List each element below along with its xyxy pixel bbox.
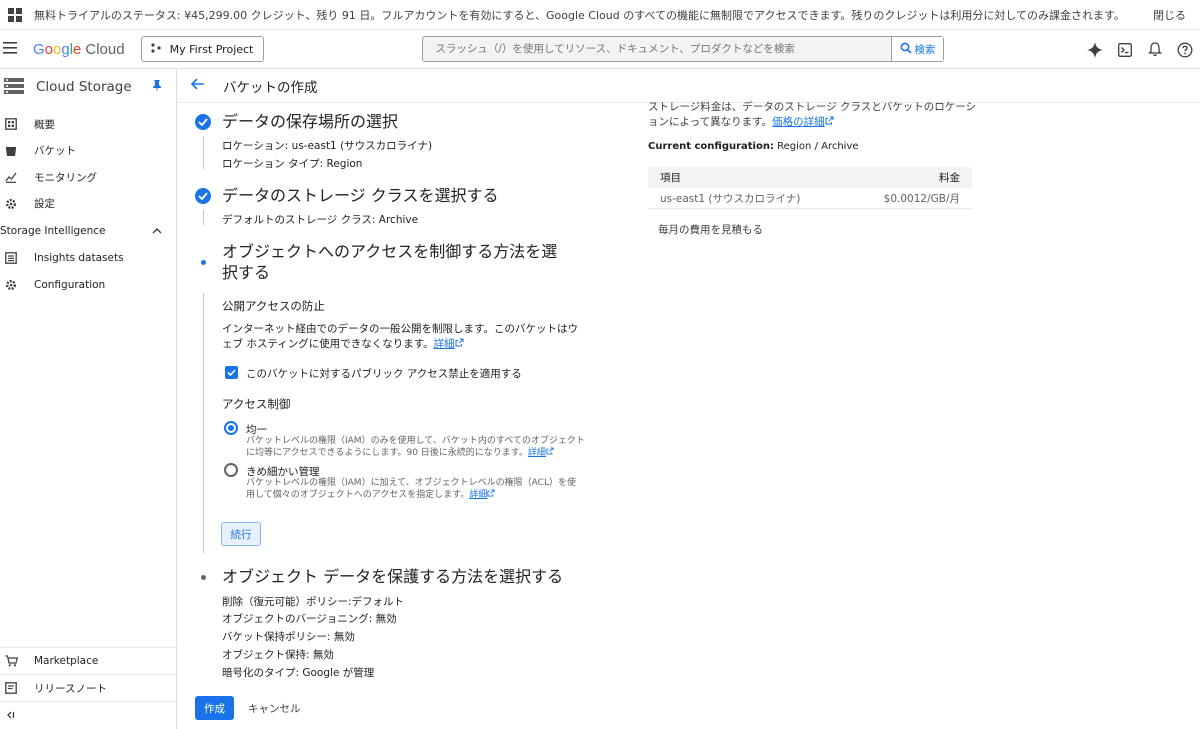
step-connector (203, 210, 204, 225)
page-header: バケットの作成 (177, 69, 1200, 103)
external-link-icon (455, 338, 464, 350)
pricing-table: 項目 料金 us-east1 (サウスカロライナ) $0.0012/GB/月 毎… (648, 167, 972, 237)
collapse-sidebar-button[interactable] (0, 701, 177, 728)
create-button[interactable]: 作成 (195, 696, 234, 720)
page-title: バケットの作成 (223, 79, 318, 96)
uniform-desc-line1: バケットレベルの権限（IAM）のみを使用して、バケット内のすべてのオブジェクト (246, 436, 585, 446)
google-cloud-logo[interactable]: Google Cloud (33, 41, 125, 58)
protect-summary-line: 削除（復元可能）ポリシー:デフォルト (222, 596, 405, 608)
protect-summary-line: 暗号化のタイプ: Google が管理 (222, 667, 375, 679)
sidebar-item-insights-datasets[interactable]: Insights datasets (0, 245, 176, 272)
public-access-prevention-label[interactable]: このバケットに対するパブリック アクセス禁止を適用する (246, 366, 522, 381)
location-summary: ロケーション: us-east1 (サウスカロライナ) (222, 140, 433, 152)
sidebar-header: Cloud Storage (0, 69, 176, 105)
public-access-desc-line1: インターネット経由でのデータの一般公開を制限します。このバケットはウ (222, 323, 578, 335)
sidebar-item-configuration[interactable]: Configuration (0, 272, 176, 299)
step-active-indicator (201, 260, 206, 265)
fine-grained-desc-line2: 用して個々のオブジェクトへのアクセスを指定します。詳細 (246, 489, 495, 502)
access-control-heading: アクセス制御 (222, 397, 291, 411)
search-box: 検索 (422, 36, 945, 62)
sidebar: Cloud Storage 概要 バケット モニタリング 設定 Storage … (0, 69, 177, 729)
storage-product-icon (4, 77, 24, 97)
project-icon (150, 42, 162, 57)
settings-icon (0, 198, 22, 210)
storage-class-summary: デフォルトのストレージ クラス: Archive (222, 214, 419, 226)
collapse-icon (0, 710, 22, 720)
location-type-summary: ロケーション タイプ: Region (222, 158, 363, 170)
trial-banner: 無料トライアルのステータス: ¥45,299.00 クレジット、残り 91 日。… (0, 0, 1200, 30)
gemini-sparkle-icon[interactable] (1086, 41, 1104, 59)
price-details-link[interactable]: 価格の詳細 (772, 116, 825, 128)
datasets-icon (0, 252, 22, 265)
protect-summary-line: バケット保持ポリシー: 無効 (222, 631, 355, 643)
external-link-icon (487, 489, 495, 500)
back-arrow-icon[interactable] (190, 78, 205, 93)
project-name: My First Project (169, 42, 254, 56)
create-bucket-form: データの保存場所の選択 ロケーション: us-east1 (サウスカロライナ) … (177, 103, 597, 729)
sidebar-title: Cloud Storage (36, 79, 132, 95)
sidebar-item-buckets[interactable]: バケット (0, 138, 176, 165)
uniform-radio[interactable] (224, 421, 238, 435)
uniform-desc-line2: に均等にアクセスできるようにします。90 日後に永続的になります。詳細 (246, 447, 554, 460)
monitoring-icon (0, 171, 22, 184)
sidebar-bottom: Marketplace リリースノート (0, 647, 177, 728)
public-access-desc-line2: ェブ ホスティングに使用できなくなります。詳細 (222, 336, 464, 351)
search-icon (900, 42, 912, 57)
configuration-icon (0, 279, 22, 291)
help-icon[interactable] (1176, 41, 1194, 59)
estimate-monthly-cost[interactable]: 毎月の費用を見積もる (658, 222, 982, 237)
continue-button[interactable]: 続行 (221, 522, 261, 546)
step-complete-check-icon (195, 114, 211, 130)
step-pending-indicator (201, 575, 206, 580)
overview-icon (0, 118, 22, 131)
step-complete-check-icon (195, 188, 211, 204)
table-row: us-east1 (サウスカロライナ) $0.0012/GB/月 (648, 188, 972, 209)
bucket-icon (0, 145, 22, 157)
public-access-heading: 公開アクセスの防止 (222, 299, 325, 313)
protect-summary-line: オブジェクトのバージョニング: 無効 (222, 613, 397, 625)
cancel-button[interactable]: キャンセル (248, 696, 301, 720)
sidebar-section-storage-intelligence[interactable]: Storage Intelligence (0, 217, 176, 245)
sidebar-item-monitoring[interactable]: モニタリング (0, 164, 176, 191)
banner-close-button[interactable]: 閉じる (1153, 7, 1200, 23)
sidebar-item-settings[interactable]: 設定 (0, 191, 176, 218)
step-connector (203, 293, 204, 553)
trial-banner-text: 無料トライアルのステータス: ¥45,299.00 クレジット、残り 91 日。… (34, 8, 1125, 22)
pricing-desc-line2: ョンによって異なります。価格の詳細 (648, 114, 834, 129)
step-location-title[interactable]: データの保存場所の選択 (222, 112, 398, 132)
search-button[interactable]: 検索 (891, 37, 944, 61)
marketplace-icon (0, 655, 22, 667)
step-connector (203, 136, 204, 169)
external-link-icon (825, 116, 834, 128)
fine-grained-details-link[interactable]: 詳細 (469, 490, 487, 500)
step-access-title-line1: オブジェクトへのアクセスを制御する方法を選 (222, 242, 558, 261)
external-link-icon (546, 447, 554, 458)
sidebar-item-overview[interactable]: 概要 (0, 111, 176, 138)
top-bar: Google Cloud My First Project 検索 (0, 30, 1200, 69)
uniform-details-link[interactable]: 詳細 (528, 448, 546, 458)
release-notes-icon (0, 682, 22, 694)
details-link[interactable]: 詳細 (434, 338, 455, 350)
pricing-desc-line1: ストレージ料金は、データのストレージ クラスとバケットのロケーシ (648, 101, 976, 113)
cloud-shell-icon[interactable] (1116, 41, 1134, 59)
public-access-prevention-checkbox[interactable] (225, 366, 238, 379)
pin-icon[interactable] (152, 79, 162, 95)
menu-icon[interactable] (3, 41, 23, 57)
chevron-up-icon (152, 225, 162, 237)
apps-grid-icon[interactable] (0, 7, 30, 22)
sidebar-item-marketplace[interactable]: Marketplace (0, 647, 177, 674)
step-storage-class-title[interactable]: データのストレージ クラスを選択する (222, 186, 498, 206)
fine-grained-radio[interactable] (224, 463, 238, 477)
top-icons (1086, 30, 1194, 69)
notifications-icon[interactable] (1146, 41, 1164, 59)
current-configuration: Current configuration: Region / Archive (648, 141, 859, 152)
pricing-table-header: 項目 料金 (648, 167, 972, 188)
fine-grained-desc-line1: バケットレベルの権限（IAM）に加えて、オブジェクトレベルの権限（ACL）を使 (246, 478, 576, 488)
search-input[interactable] (423, 43, 892, 55)
step-access-title-line2: 択する (222, 263, 271, 282)
project-selector[interactable]: My First Project (140, 36, 265, 62)
step-protect-title[interactable]: オブジェクト データを保護する方法を選択する (222, 567, 563, 587)
sidebar-item-release-notes[interactable]: リリースノート (0, 674, 177, 701)
protect-summary-line: オブジェクト保持: 無効 (222, 649, 334, 661)
